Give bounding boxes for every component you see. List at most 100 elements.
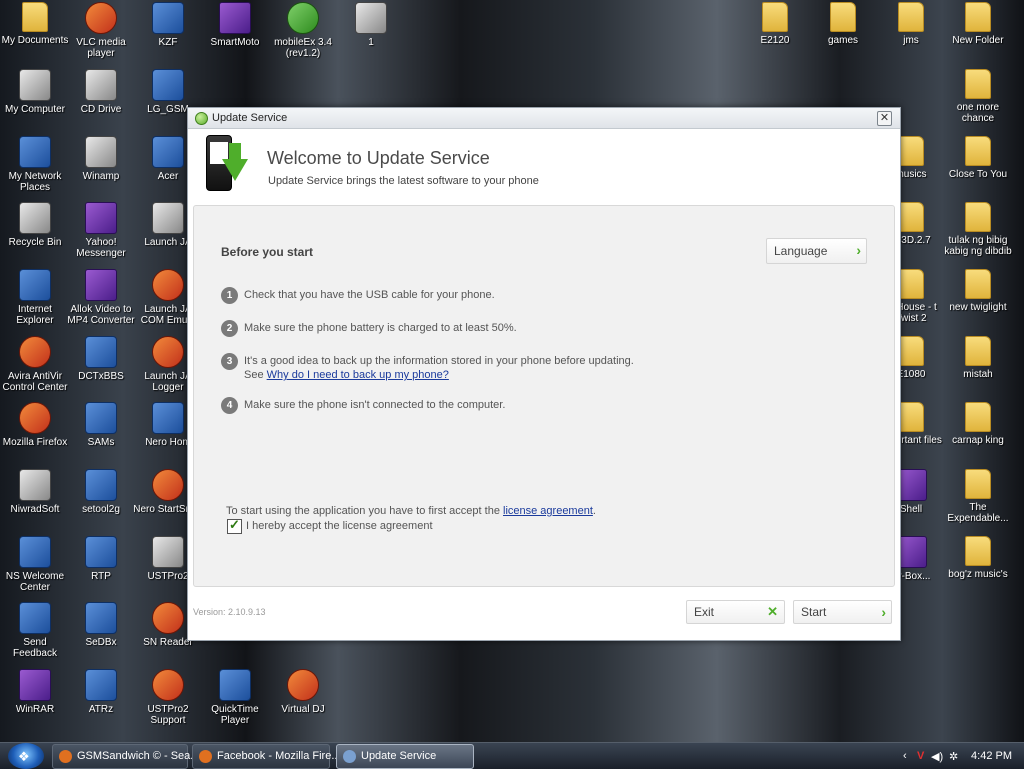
desktop-icon-label: CD Drive	[80, 104, 122, 115]
language-button[interactable]: Language ›	[766, 238, 867, 264]
speaker-icon[interactable]: ◀)	[931, 750, 943, 763]
taskbar-button[interactable]: Facebook - Mozilla Fire...	[192, 744, 340, 769]
desktop-icon[interactable]: mistah	[943, 336, 1013, 380]
desktop-icon[interactable]: KZF	[133, 2, 203, 48]
desktop-icon[interactable]: RTP	[66, 536, 136, 582]
desktop-icon-label: USTPro2	[147, 571, 189, 582]
taskbar-button[interactable]: GSMSandwich © - Sea...	[52, 744, 199, 769]
folder-icon	[965, 69, 991, 99]
desktop-icon[interactable]: QuickTime Player	[200, 669, 270, 726]
folder-icon	[898, 336, 924, 366]
desktop-icon-label: Yahoo! Messenger	[76, 237, 126, 259]
desktop-icon[interactable]: Recycle Bin	[0, 202, 70, 248]
desktop-icon[interactable]: SeDBx	[66, 602, 136, 648]
desktop-icon[interactable]: new twiglight	[943, 269, 1013, 313]
desktop-icon[interactable]: CD Drive	[66, 69, 136, 115]
application-icon	[19, 136, 51, 168]
start-button[interactable]: Start ›	[793, 600, 892, 624]
application-icon	[19, 202, 51, 234]
desktop-icon-label: mistah	[963, 369, 993, 380]
desktop-icon-label: VLC media player	[76, 37, 126, 59]
accept-license-checkbox[interactable]: ✓	[227, 517, 242, 534]
desktop-icon-label: My Network Places	[8, 171, 62, 193]
application-icon	[19, 69, 51, 101]
desktop-icon-label: new twiglight	[949, 302, 1007, 313]
welcome-header: Welcome to Update Service Update Service…	[188, 129, 900, 205]
desktop-icon-label: Avira AntiVir Control Center	[2, 371, 68, 393]
folder-icon	[965, 136, 991, 166]
desktop-icon-label: games	[827, 35, 858, 46]
desktop-icon[interactable]: jms	[876, 2, 946, 46]
desktop-icon[interactable]: Close To You	[943, 136, 1013, 180]
settings-gear-icon[interactable]: ✲	[949, 750, 958, 763]
desktop-icon[interactable]: setool2g	[66, 469, 136, 515]
desktop-icon[interactable]: Send Feedback	[0, 602, 70, 659]
desktop-icon-label: Internet Explorer	[16, 304, 54, 326]
desktop-icon-label: Acer	[157, 171, 179, 182]
desktop-icon[interactable]: NiwradSoft	[0, 469, 70, 515]
clock[interactable]: 4:42 PM	[971, 750, 1012, 762]
exit-button[interactable]: Exit ✕	[686, 600, 785, 624]
desktop-icon[interactable]: Yahoo! Messenger	[66, 202, 136, 259]
chevron-left-icon[interactable]: ‹	[903, 750, 907, 762]
desktop-icon[interactable]: The Expendable...	[943, 469, 1013, 524]
desktop-icon[interactable]: VLC media player	[66, 2, 136, 59]
desktop-icon[interactable]: Avira AntiVir Control Center	[0, 336, 70, 393]
desktop-icon-label: Send Feedback	[13, 637, 57, 659]
desktop-icon[interactable]: My Documents	[0, 2, 70, 46]
desktop-icon[interactable]: USTPro2 Support	[133, 669, 203, 726]
desktop-icon[interactable]: Winamp	[66, 136, 136, 182]
desktop-icon-label: My Documents	[1, 35, 69, 46]
desktop-icon[interactable]: games	[808, 2, 878, 46]
step-text: Check that you have the USB cable for yo…	[244, 289, 495, 301]
taskbar-button[interactable]: Update Service	[336, 744, 474, 769]
application-icon	[152, 669, 184, 701]
desktop-icon[interactable]: carnap king	[943, 402, 1013, 446]
desktop-icon[interactable]: DCTxBBS	[66, 336, 136, 382]
antivirus-icon[interactable]: V	[917, 750, 924, 762]
close-button[interactable]: ✕	[877, 111, 892, 126]
application-icon	[152, 602, 184, 634]
taskbar-button-label: GSMSandwich © - Sea...	[77, 750, 200, 762]
application-icon	[19, 469, 51, 501]
desktop-icon[interactable]: one more chance	[943, 69, 1013, 124]
desktop-icon[interactable]: 1	[336, 2, 406, 48]
desktop-icon[interactable]: E2120	[740, 2, 810, 46]
desktop-icon[interactable]: tulak ng bibig kabig ng dibdib	[943, 202, 1013, 257]
exit-label: Exit	[694, 605, 715, 619]
desktop-icon[interactable]: Allok Video to MP4 Converter	[66, 269, 136, 326]
application-icon	[85, 536, 117, 568]
desktop-icon-label: SeDBx	[85, 637, 117, 648]
taskbar: ❖ GSMSandwich © - Sea... Facebook - Mozil…	[0, 742, 1024, 769]
chevron-right-icon: ›	[881, 604, 886, 620]
desktop-icon-label: Mozilla Firefox	[2, 437, 68, 448]
desktop-icon[interactable]: bog'z music's	[943, 536, 1013, 580]
application-icon	[85, 402, 117, 434]
desktop-icon[interactable]: NS Welcome Center	[0, 536, 70, 593]
desktop-icon[interactable]: ATRz	[66, 669, 136, 715]
desktop-icon-label: LG_GSM	[147, 104, 189, 115]
step-number: 4	[221, 397, 238, 414]
start-button[interactable]: ❖	[8, 743, 44, 769]
desktop-icon[interactable]: mobileEx 3.4 (rev1.2)	[268, 2, 338, 59]
desktop-icon[interactable]: Internet Explorer	[0, 269, 70, 326]
desktop-icon[interactable]: SmartMoto	[200, 2, 270, 48]
desktop-icon[interactable]: Virtual DJ	[268, 669, 338, 715]
desktop-icon[interactable]: WinRAR	[0, 669, 70, 715]
title-bar[interactable]: Update Service ✕	[188, 108, 900, 129]
application-icon	[19, 269, 51, 301]
desktop-icon[interactable]: My Computer	[0, 69, 70, 115]
desktop-icon-label: KZF	[158, 37, 178, 48]
desktop-icon[interactable]: New Folder	[943, 2, 1013, 46]
folder-icon	[965, 202, 991, 232]
folder-icon	[965, 469, 991, 499]
accept-license-label[interactable]: I hereby accept the license agreement	[246, 520, 433, 532]
backup-help-link[interactable]: Why do I need to back up my phone?	[267, 369, 449, 381]
desktop-icon[interactable]: SAMs	[66, 402, 136, 448]
desktop-icon[interactable]: Mozilla Firefox	[0, 402, 70, 448]
desktop-icon[interactable]: My Network Places	[0, 136, 70, 193]
application-icon	[19, 669, 51, 701]
application-icon	[287, 2, 319, 34]
license-agreement-link[interactable]: license agreement	[503, 505, 593, 517]
desktop-icon-label: NiwradSoft	[10, 504, 60, 515]
